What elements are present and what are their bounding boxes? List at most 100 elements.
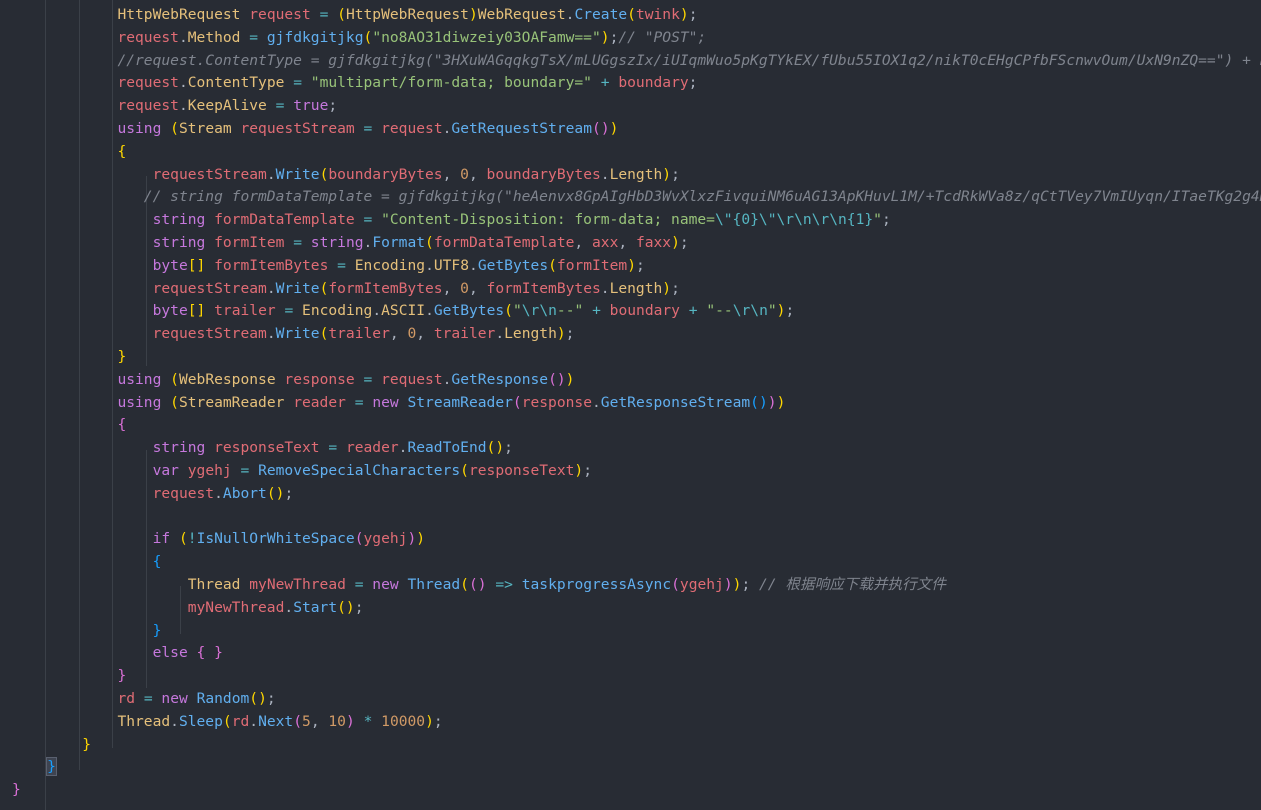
punctuation: ;	[565, 325, 575, 343]
punctuation	[328, 6, 337, 23]
operator: =>	[495, 576, 513, 593]
code-line[interactable]: // string formDataTemplate = gjfdkgitjkg…	[12, 186, 1261, 209]
code-line[interactable]: Thread.Sleep(rd.Next(5, 10) * 10000);	[12, 711, 443, 734]
brace: }	[214, 644, 223, 662]
paren: )	[758, 393, 768, 411]
keyword: string	[310, 234, 364, 251]
punctuation: ;	[504, 439, 513, 457]
code-line[interactable]: request.ContentType = "multipart/form-da…	[12, 72, 697, 95]
operator: =	[363, 211, 373, 229]
punctuation	[355, 371, 364, 388]
paren: )	[662, 279, 672, 297]
code-line[interactable]: var ygehj = RemoveSpecialCharacters(resp…	[12, 460, 592, 483]
code-line[interactable]: request.Method = gjfdkgitjkg("no8AO31diw…	[12, 27, 706, 50]
punctuation: ;	[433, 712, 443, 730]
code-line[interactable]: string responseText = reader.ReadToEnd()…	[12, 437, 513, 460]
code-line[interactable]: byte[] trailer = Encoding.ASCII.GetBytes…	[12, 300, 795, 323]
code-line[interactable]: {	[12, 414, 126, 437]
variable: formDataTemplate	[214, 211, 355, 229]
code-line[interactable]: request.Abort();	[12, 483, 294, 506]
code-editor[interactable]: HttpWebRequest request = (HttpWebRequest…	[0, 0, 1261, 810]
paren: )	[345, 598, 355, 616]
operator: =	[240, 462, 250, 479]
variable: formItem	[556, 256, 628, 274]
method-name: StreamReader	[407, 393, 513, 411]
code-line[interactable]: myNewThread.Start();	[12, 597, 364, 620]
code-line[interactable]: Thread myNewThread = new Thread(() => ta…	[12, 574, 946, 597]
code-line[interactable]: }	[12, 734, 91, 757]
variable: rd	[117, 690, 136, 707]
paren: )	[609, 120, 619, 137]
string-literal: \"	[714, 211, 733, 229]
code-line[interactable]: else { }	[12, 642, 223, 665]
string-literal: "	[767, 302, 777, 320]
code-line[interactable]: //request.ContentType = gjfdkgitjkg("3HX…	[12, 50, 1261, 73]
variable: request	[381, 370, 443, 388]
variable: reader	[345, 439, 399, 457]
brace: }	[152, 621, 162, 639]
code-line[interactable]: request.KeepAlive = true;	[12, 95, 337, 118]
paren: (	[671, 576, 680, 593]
variable: requestStream	[152, 325, 267, 343]
code-line[interactable]: using (StreamReader reader = new StreamR…	[12, 392, 785, 415]
punctuation	[601, 302, 610, 319]
punctuation: ;	[583, 462, 592, 479]
code-line[interactable]: using (WebResponse response = request.Ge…	[12, 369, 574, 392]
method-name: Start	[293, 598, 338, 616]
paren: (	[354, 530, 364, 548]
property-name: Length	[609, 279, 663, 297]
keyword: new	[372, 393, 399, 411]
punctuation	[680, 302, 689, 319]
string-literal: \r	[811, 211, 830, 229]
code-line[interactable]: }	[12, 620, 162, 643]
code-line[interactable]: }	[12, 756, 57, 779]
code-line[interactable]: string formDataTemplate = "Content-Dispo…	[12, 209, 891, 232]
code-line[interactable]: requestStream.Write(formItemBytes, 0, fo…	[12, 278, 680, 301]
code-line[interactable]: }	[12, 665, 126, 688]
method-name: gjfdkgitjkg	[266, 28, 364, 46]
punctuation: ,	[618, 234, 636, 251]
code-line[interactable]: byte[] formItemBytes = Encoding.UTF8.Get…	[12, 255, 645, 278]
brace: }	[12, 781, 21, 799]
method-name: Random	[196, 690, 250, 707]
punctuation	[161, 394, 170, 411]
code-line[interactable]: string formItem = string.Format(formData…	[12, 232, 689, 255]
code-line[interactable]: requestStream.Write(boundaryBytes, 0, bo…	[12, 164, 680, 187]
operator: =	[284, 302, 294, 320]
method-name: Create	[574, 6, 628, 23]
string-literal: "	[873, 211, 882, 229]
punctuation: .	[266, 279, 276, 297]
paren: )	[407, 530, 417, 548]
punctuation: ,	[574, 234, 592, 251]
code-line[interactable]: using (Stream requestStream = request.Ge…	[12, 118, 618, 141]
code-line[interactable]: }	[12, 779, 21, 802]
number: 10000	[381, 712, 426, 730]
property-name: ContentType	[187, 74, 285, 92]
variable: request	[117, 97, 179, 115]
string-literal: \n	[829, 211, 847, 229]
paren: (	[337, 598, 346, 616]
paren: (	[504, 302, 513, 320]
code-line[interactable]: }	[12, 346, 126, 369]
variable: formItemBytes	[328, 279, 443, 297]
code-line[interactable]: requestStream.Write(trailer, 0, trailer.…	[12, 323, 575, 346]
keyword: var	[152, 462, 179, 479]
paren: (	[548, 370, 557, 388]
code-line[interactable]: {	[12, 141, 126, 164]
code-line[interactable]: if (!IsNullOrWhiteSpace(ygehj))	[12, 528, 425, 551]
code-line[interactable]: {	[12, 551, 162, 574]
punctuation: ;	[679, 234, 689, 251]
code-line[interactable]: HttpWebRequest request = (HttpWebRequest…	[12, 4, 697, 27]
code-line[interactable]: rd = new Random();	[12, 688, 275, 711]
punctuation	[311, 6, 320, 23]
number: 5	[302, 712, 311, 730]
